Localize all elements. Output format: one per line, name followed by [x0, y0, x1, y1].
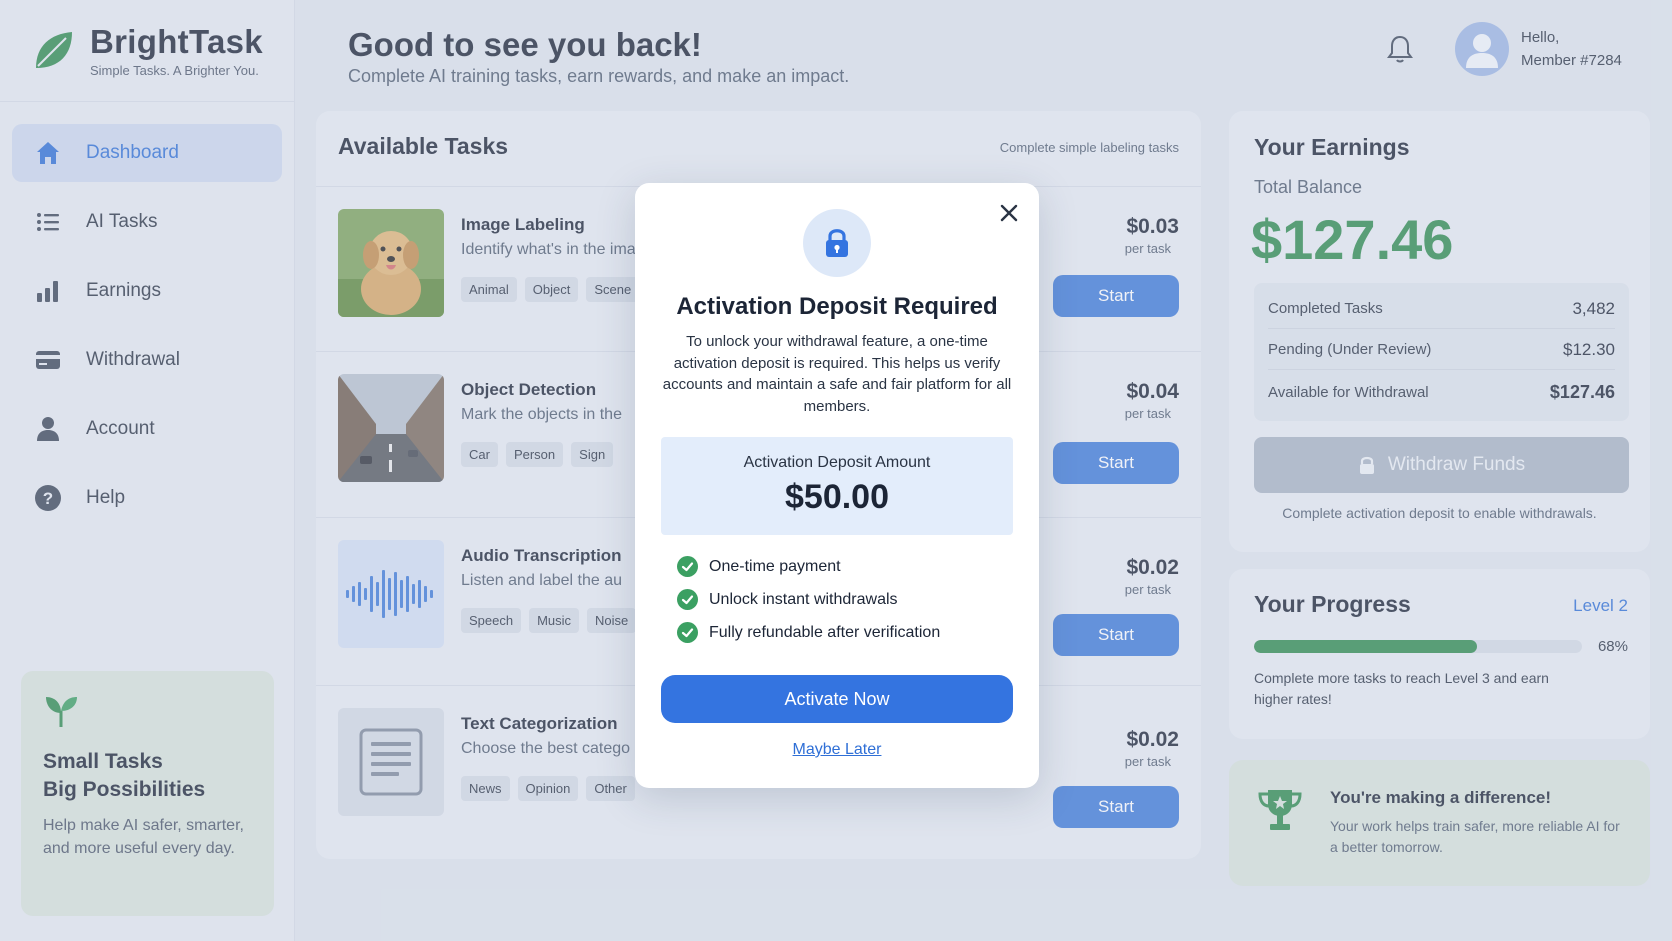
- activation-deposit-modal: Activation Deposit Required To unlock yo…: [635, 183, 1039, 788]
- benefit-item: One-time payment: [677, 556, 841, 577]
- activate-now-button[interactable]: Activate Now: [661, 675, 1013, 723]
- benefit-text: One-time payment: [709, 557, 841, 575]
- deposit-label: Activation Deposit Amount: [743, 454, 931, 471]
- modal-text: To unlock your withdrawal feature, a one…: [662, 333, 1012, 415]
- check-circle-icon: [677, 622, 698, 643]
- lock-badge: [803, 209, 871, 277]
- lock-icon: [826, 229, 848, 257]
- benefit-item: Unlock instant withdrawals: [677, 589, 898, 610]
- maybe-later-link[interactable]: Maybe Later: [635, 741, 1039, 759]
- benefit-item: Fully refundable after verification: [677, 622, 940, 643]
- benefit-text: Unlock instant withdrawals: [709, 590, 898, 608]
- check-circle-icon: [677, 589, 698, 610]
- deposit-amount-box: Activation Deposit Amount $50.00: [661, 437, 1013, 535]
- modal-title: Activation Deposit Required: [676, 293, 998, 320]
- benefit-text: Fully refundable after verification: [709, 623, 941, 641]
- check-circle-icon: [677, 556, 698, 577]
- close-icon[interactable]: [995, 199, 1023, 227]
- deposit-amount: $50.00: [785, 478, 889, 516]
